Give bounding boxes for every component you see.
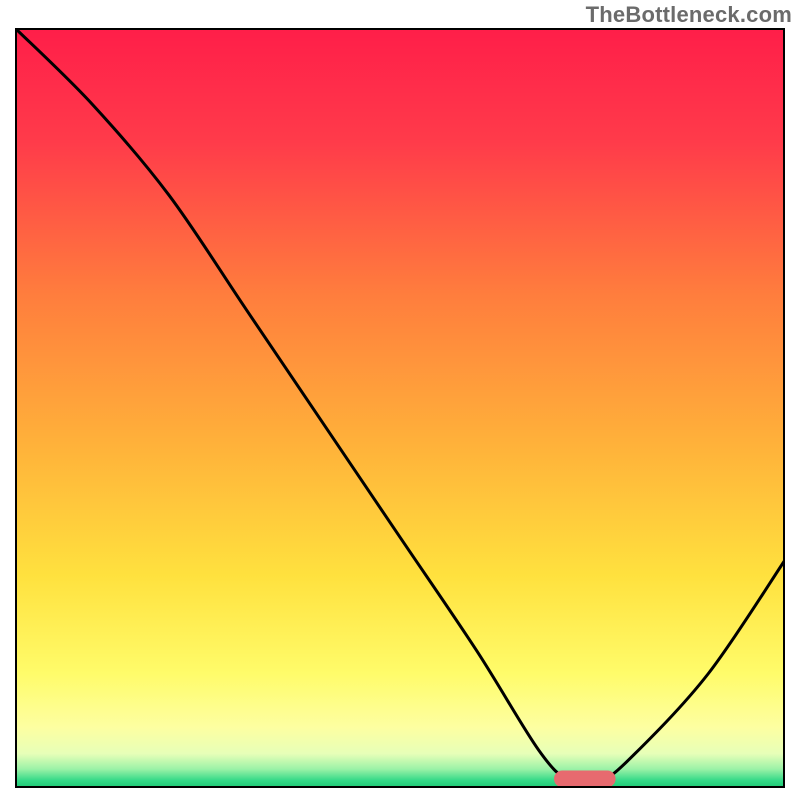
bottleneck-chart [15, 28, 785, 788]
gradient-background [15, 28, 785, 788]
watermark-text: TheBottleneck.com [586, 2, 792, 28]
optimal-marker [554, 771, 616, 788]
plot-area [15, 28, 785, 788]
chart-container: TheBottleneck.com [0, 0, 800, 800]
